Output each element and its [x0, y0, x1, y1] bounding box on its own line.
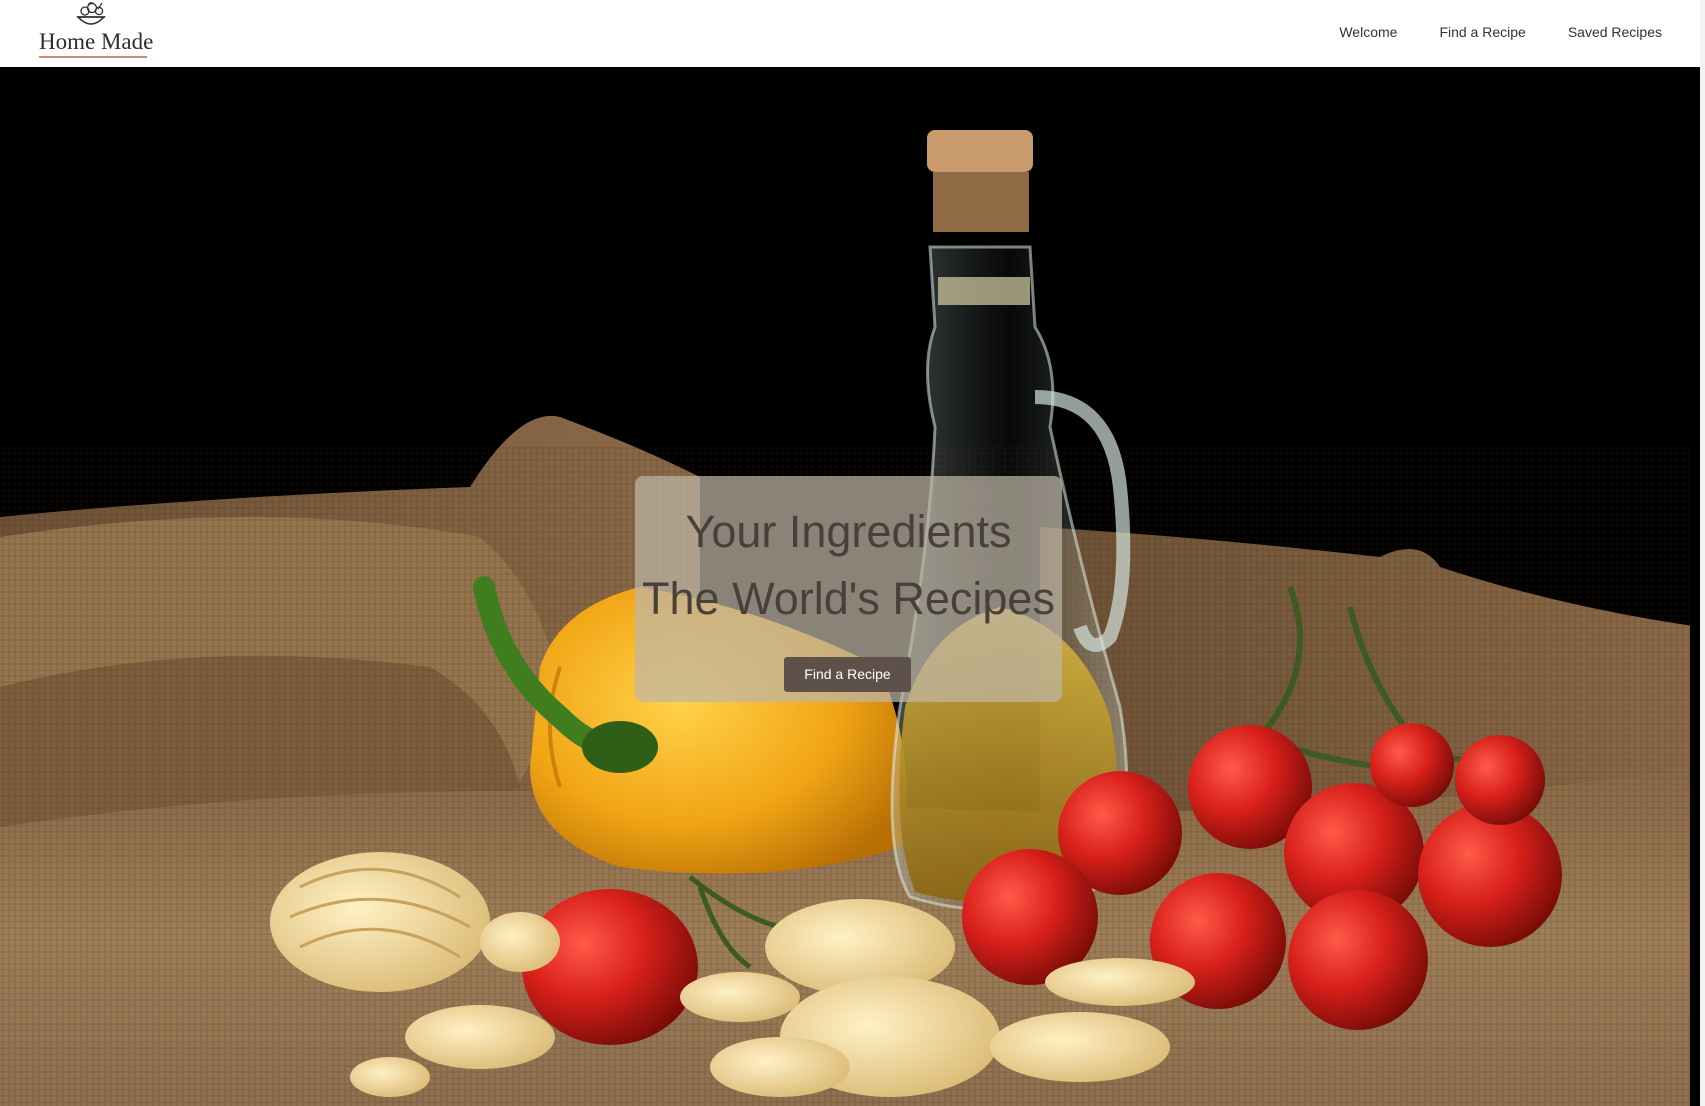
homepage: Home Made Welcome Find a Recipe Saved Re…: [0, 0, 1705, 1106]
main-nav: Welcome Find a Recipe Saved Recipes: [1339, 22, 1662, 42]
nav-saved-recipes[interactable]: Saved Recipes: [1568, 22, 1662, 42]
page-scrollbar[interactable]: [1700, 0, 1705, 1106]
hero-section: Your Ingredients The World's Recipes Fin…: [0, 67, 1700, 1106]
navbar: Home Made Welcome Find a Recipe Saved Re…: [0, 0, 1700, 67]
hero-headline-line2: The World's Recipes: [642, 573, 1055, 624]
find-recipe-button[interactable]: Find a Recipe: [784, 657, 911, 692]
nav-find-a-recipe[interactable]: Find a Recipe: [1439, 22, 1525, 42]
nav-welcome[interactable]: Welcome: [1339, 22, 1397, 42]
hero-overlay-card: Your Ingredients The World's Recipes Fin…: [635, 476, 1062, 702]
hero-headline-line1: Your Ingredients: [685, 506, 1012, 557]
brand-name: Home Made: [39, 29, 154, 54]
brand-underline: [39, 56, 147, 58]
home-logo-link[interactable]: Home Made: [39, 0, 154, 60]
